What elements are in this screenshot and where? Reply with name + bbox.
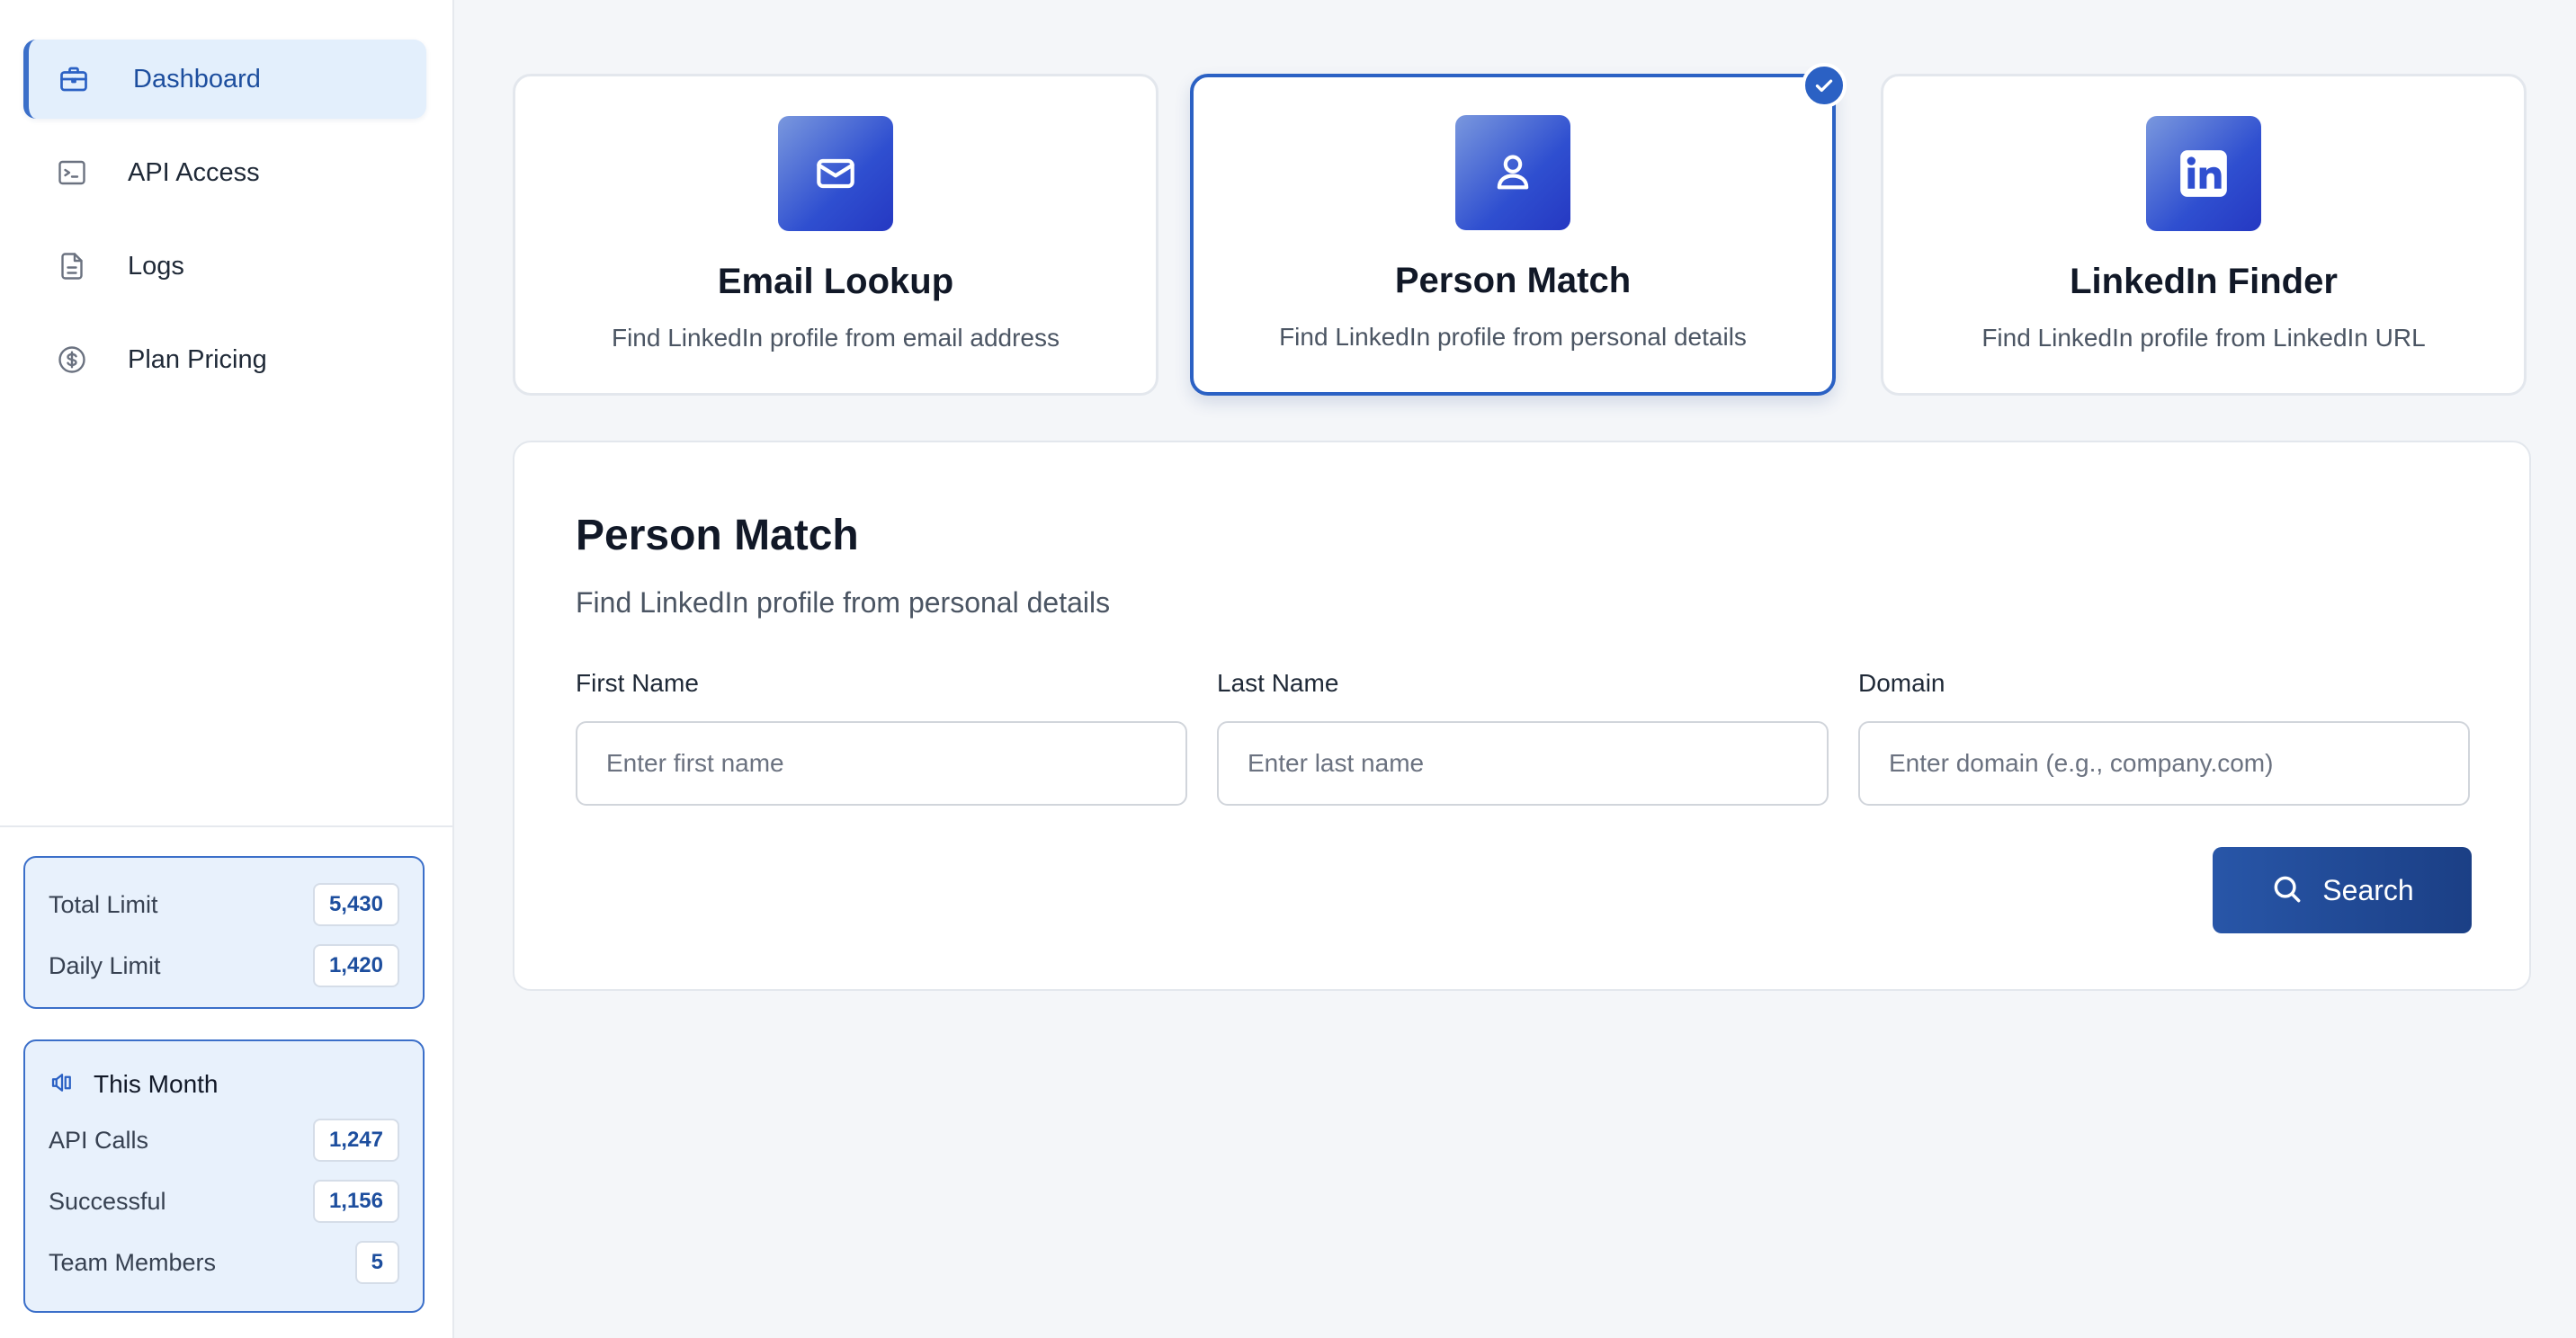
domain-input[interactable] — [1858, 721, 2470, 806]
bar-chart-icon — [49, 1069, 76, 1101]
stat-value-badge: 1,156 — [312, 1180, 399, 1223]
stat-label: Daily Limit — [49, 951, 161, 979]
this-month-title: This Month — [94, 1070, 219, 1098]
sidebar-item-logs[interactable]: Logs — [23, 227, 426, 306]
sidebar-item-label: Plan Pricing — [128, 344, 267, 374]
stat-value-badge: 1,420 — [312, 944, 399, 987]
limits-panel: Total Limit 5,430 Daily Limit 1,420 — [23, 856, 425, 1009]
sidebar: Dashboard API Access Logs Plan Pricing T… — [0, 0, 454, 1338]
stat-label: Total Limit — [49, 890, 158, 918]
stat-label: Successful — [49, 1187, 166, 1215]
form-subtitle: Find LinkedIn profile from personal deta… — [576, 586, 1111, 619]
sidebar-item-dashboard[interactable]: Dashboard — [23, 40, 426, 119]
card-description: Find LinkedIn profile from email address — [611, 324, 1060, 352]
dollar-circle-icon — [54, 342, 90, 378]
this-month-panel: This Month API Calls 1,247 Successful 1,… — [23, 1039, 425, 1313]
option-card-person-match[interactable]: Person Match Find LinkedIn profile from … — [1190, 63, 1847, 396]
sidebar-item-label: Dashboard — [133, 64, 261, 94]
stat-row-team-members: Team Members 5 — [49, 1237, 399, 1288]
domain-label: Domain — [1858, 669, 1945, 697]
check-icon — [1802, 63, 1847, 108]
search-button[interactable]: Search — [2213, 847, 2472, 933]
card-title: Email Lookup — [717, 262, 954, 301]
card-description: Find LinkedIn profile from LinkedIn URL — [1981, 324, 2426, 352]
terminal-icon — [54, 155, 90, 191]
this-month-header: This Month — [49, 1063, 399, 1106]
stat-row-successful: Successful 1,156 — [49, 1176, 399, 1226]
first-name-label: First Name — [576, 669, 699, 697]
sidebar-item-api-access[interactable]: API Access — [23, 133, 426, 212]
first-name-field: First Name — [576, 669, 1187, 806]
stat-value-badge: 5 — [354, 1241, 399, 1284]
card-title: Person Match — [1394, 261, 1632, 300]
stat-row-total-limit: Total Limit 5,430 — [49, 879, 399, 930]
person-match-form: Person Match Find LinkedIn profile from … — [513, 441, 2531, 991]
mail-icon — [778, 116, 893, 231]
search-icon — [2270, 872, 2304, 909]
search-button-label: Search — [2322, 873, 2414, 906]
sidebar-nav: Dashboard API Access Logs Plan Pricing — [23, 40, 426, 414]
stat-value-badge: 5,430 — [312, 883, 399, 926]
last-name-field: Last Name — [1217, 669, 1829, 806]
form-title: Person Match — [576, 512, 859, 559]
card-description: Find LinkedIn profile from personal deta… — [1279, 323, 1747, 351]
sidebar-item-plan-pricing[interactable]: Plan Pricing — [23, 320, 426, 399]
stat-value-badge: 1,247 — [312, 1119, 399, 1162]
option-card-linkedin-finder[interactable]: LinkedIn Finder Find LinkedIn profile fr… — [1881, 74, 2527, 396]
file-icon — [54, 248, 90, 284]
sidebar-item-label: Logs — [128, 251, 184, 281]
stat-label: Team Members — [49, 1248, 217, 1276]
last-name-label: Last Name — [1217, 669, 1339, 697]
card-title: LinkedIn Finder — [2070, 262, 2338, 301]
sidebar-divider — [0, 825, 454, 827]
briefcase-icon — [56, 61, 92, 97]
last-name-input[interactable] — [1217, 721, 1829, 806]
stat-row-daily-limit: Daily Limit 1,420 — [49, 941, 399, 991]
domain-field: Domain — [1858, 669, 2470, 806]
option-card-email-lookup[interactable]: Email Lookup Find LinkedIn profile from … — [513, 74, 1158, 396]
first-name-input[interactable] — [576, 721, 1187, 806]
app-window: Dashboard API Access Logs Plan Pricing T… — [0, 0, 2576, 1338]
stat-row-api-calls: API Calls 1,247 — [49, 1115, 399, 1165]
stat-label: API Calls — [49, 1126, 149, 1154]
main-content: Email Lookup Find LinkedIn profile from … — [454, 0, 2576, 1338]
person-icon — [1455, 115, 1570, 230]
sidebar-item-label: API Access — [128, 157, 260, 187]
linkedin-icon — [2146, 116, 2261, 231]
